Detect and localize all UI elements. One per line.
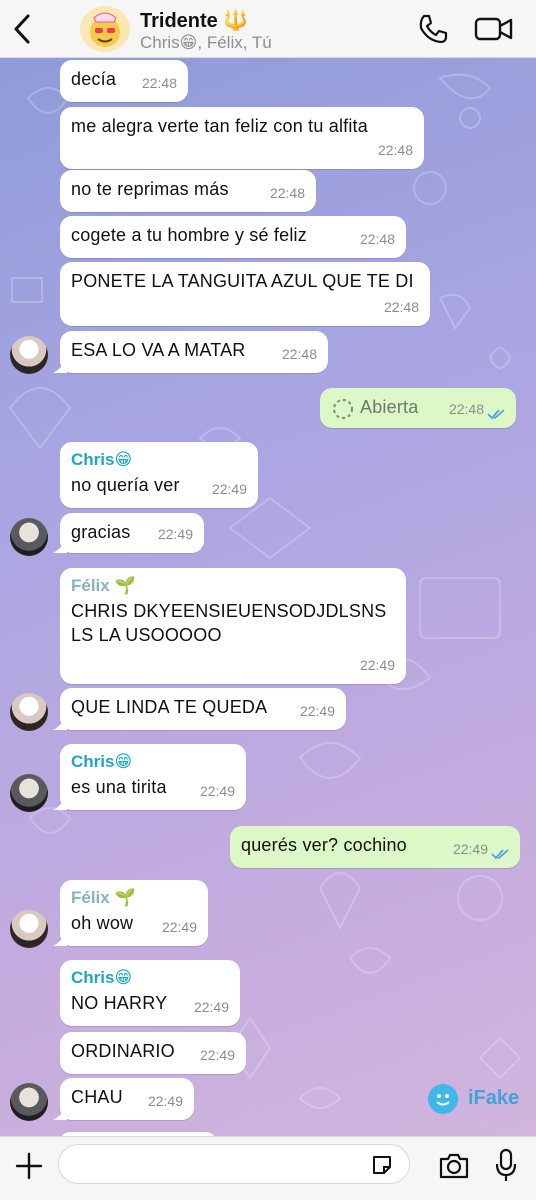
message-bubble[interactable]: cogete a tu hombre y sé feliz 22:48 (60, 216, 406, 258)
message-bubble[interactable]: no te reprimas más 22:48 (60, 170, 316, 212)
message-text: no te reprimas más (71, 179, 229, 199)
sender-avatar[interactable] (10, 1083, 48, 1121)
chat-participants[interactable]: Chris😁, Félix, Tú (140, 33, 272, 53)
message-bubble[interactable]: Félix 🌱 oh wow 22:49 (53, 880, 208, 946)
bubble-tail (53, 796, 67, 810)
sender-avatar[interactable] (10, 518, 48, 556)
chat-header: Tridente 🔱 Chris😁, Félix, Tú (0, 0, 536, 58)
message-text: gracias (71, 522, 131, 542)
message-time: 22:49 (199, 1047, 235, 1063)
microphone-icon[interactable] (494, 1147, 518, 1183)
message-bubble[interactable]: decía 22:48 (60, 60, 188, 102)
message-bubble[interactable]: CHAU 22:49 (53, 1078, 194, 1120)
sender-name[interactable]: Félix 🌱 (71, 887, 196, 909)
message-time: 22:48 (141, 75, 177, 91)
ifake-watermark: iFake (428, 1082, 528, 1116)
message-bubble[interactable]: Chris😁 NO HARRY 22:49 (60, 960, 240, 1026)
message-text: oh wow (71, 913, 134, 933)
sender-avatar[interactable] (10, 910, 48, 948)
message-bubble[interactable]: QUE LINDA TE QUEDA 22:49 (53, 688, 346, 730)
message-bubble[interactable]: Chris😁 es una tirita 22:49 (53, 744, 246, 810)
message-bubble[interactable]: me alegra verte tan feliz con tu alfita … (60, 107, 424, 169)
ifake-logo-icon (428, 1084, 458, 1114)
ifake-label: iFake (468, 1087, 520, 1109)
sender-avatar[interactable] (10, 336, 48, 374)
message-input[interactable] (58, 1144, 410, 1184)
message-text: CHRIS DKYEENSIEUENSODJDLSNSLS LA USOOOOO (71, 601, 387, 645)
message-text: me alegra verte tan feliz con tu alfita (71, 116, 368, 136)
message-text: ORDINARIO (71, 1041, 175, 1061)
message-text: PONETE LA TANGUITA AZUL QUE TE DI (71, 271, 414, 291)
message-bubble[interactable]: ESA LO VA A MATAR 22:48 (53, 331, 328, 373)
bubble-tail (53, 539, 67, 553)
message-time: 22:49 (161, 919, 197, 935)
video-call-icon[interactable] (474, 12, 514, 46)
view-once-icon (333, 399, 353, 419)
message-bubble[interactable]: PONETE LA TANGUITA AZUL QUE TE DI 22:48 (60, 262, 430, 326)
message-text: querés ver? cochino (241, 835, 407, 855)
bubble-tail (53, 932, 67, 946)
message-text: NO HARRY (71, 993, 168, 1013)
plus-icon[interactable] (14, 1151, 44, 1181)
message-time: 22:49 (193, 999, 229, 1015)
message-time: 22:48 (383, 299, 419, 315)
message-time: 22:49 (157, 526, 193, 542)
message-time: 22:49 (359, 657, 395, 673)
chat-title[interactable]: Tridente 🔱 (140, 8, 248, 33)
sender-name[interactable]: Chris😁 (71, 967, 228, 989)
message-time: 22:49 (299, 703, 335, 719)
bubble-tail (53, 1106, 67, 1120)
back-chevron-icon[interactable] (8, 10, 38, 48)
message-time: 22:49 (452, 841, 488, 857)
message-text: Abierta (360, 397, 419, 417)
group-avatar-emoji-icon (90, 12, 120, 47)
sender-name[interactable]: Chris😁 (71, 751, 234, 773)
message-bubble[interactable]: ORDINARIO 22:49 (60, 1032, 246, 1074)
sender-name[interactable]: Chris😁 (71, 449, 246, 471)
message-time: 22:48 (281, 346, 317, 362)
sticker-icon[interactable] (370, 1153, 394, 1177)
message-bubble[interactable]: querés ver? cochino 22:49 (230, 826, 520, 868)
message-time: 22:48 (377, 142, 413, 158)
message-bubble[interactable]: Félix 🌱 CHRIS DKYEENSIEUENSODJDLSNSLS LA… (60, 568, 406, 684)
view-once-opened-bubble[interactable]: Abierta 22:48 (320, 388, 516, 428)
message-text: QUE LINDA TE QUEDA (71, 697, 268, 717)
message-time: 22:48 (269, 185, 305, 201)
message-time: 22:49 (199, 783, 235, 799)
read-receipt-icon (487, 409, 505, 420)
message-text: CHAU (71, 1087, 123, 1107)
bubble-tail (53, 716, 67, 730)
message-time: 22:48 (359, 231, 395, 247)
message-bubble[interactable]: Chris😁 no quería ver 22:49 (60, 442, 258, 508)
message-text: ESA LO VA A MATAR (71, 340, 246, 360)
message-composer (0, 1136, 536, 1200)
sender-name[interactable]: Félix 🌱 (71, 575, 390, 597)
sender-avatar[interactable] (10, 774, 48, 812)
read-receipt-icon (491, 849, 509, 860)
bubble-tail (53, 359, 67, 373)
group-avatar[interactable] (80, 6, 130, 52)
message-time: 22:49 (211, 481, 247, 497)
message-bubble[interactable]: gracias 22:49 (53, 513, 204, 553)
message-text: no quería ver (71, 475, 180, 495)
message-text: cogete a tu hombre y sé feliz (71, 225, 307, 245)
message-text: decía (71, 69, 117, 89)
camera-icon[interactable] (438, 1151, 470, 1181)
message-time: 22:49 (147, 1093, 183, 1109)
message-time: 22:48 (448, 401, 484, 417)
message-list[interactable]: decía 22:48 me alegra verte tan feliz co… (0, 58, 536, 1136)
sender-avatar[interactable] (10, 693, 48, 731)
phone-call-icon[interactable] (416, 12, 450, 46)
message-text: es una tirita (71, 777, 167, 797)
